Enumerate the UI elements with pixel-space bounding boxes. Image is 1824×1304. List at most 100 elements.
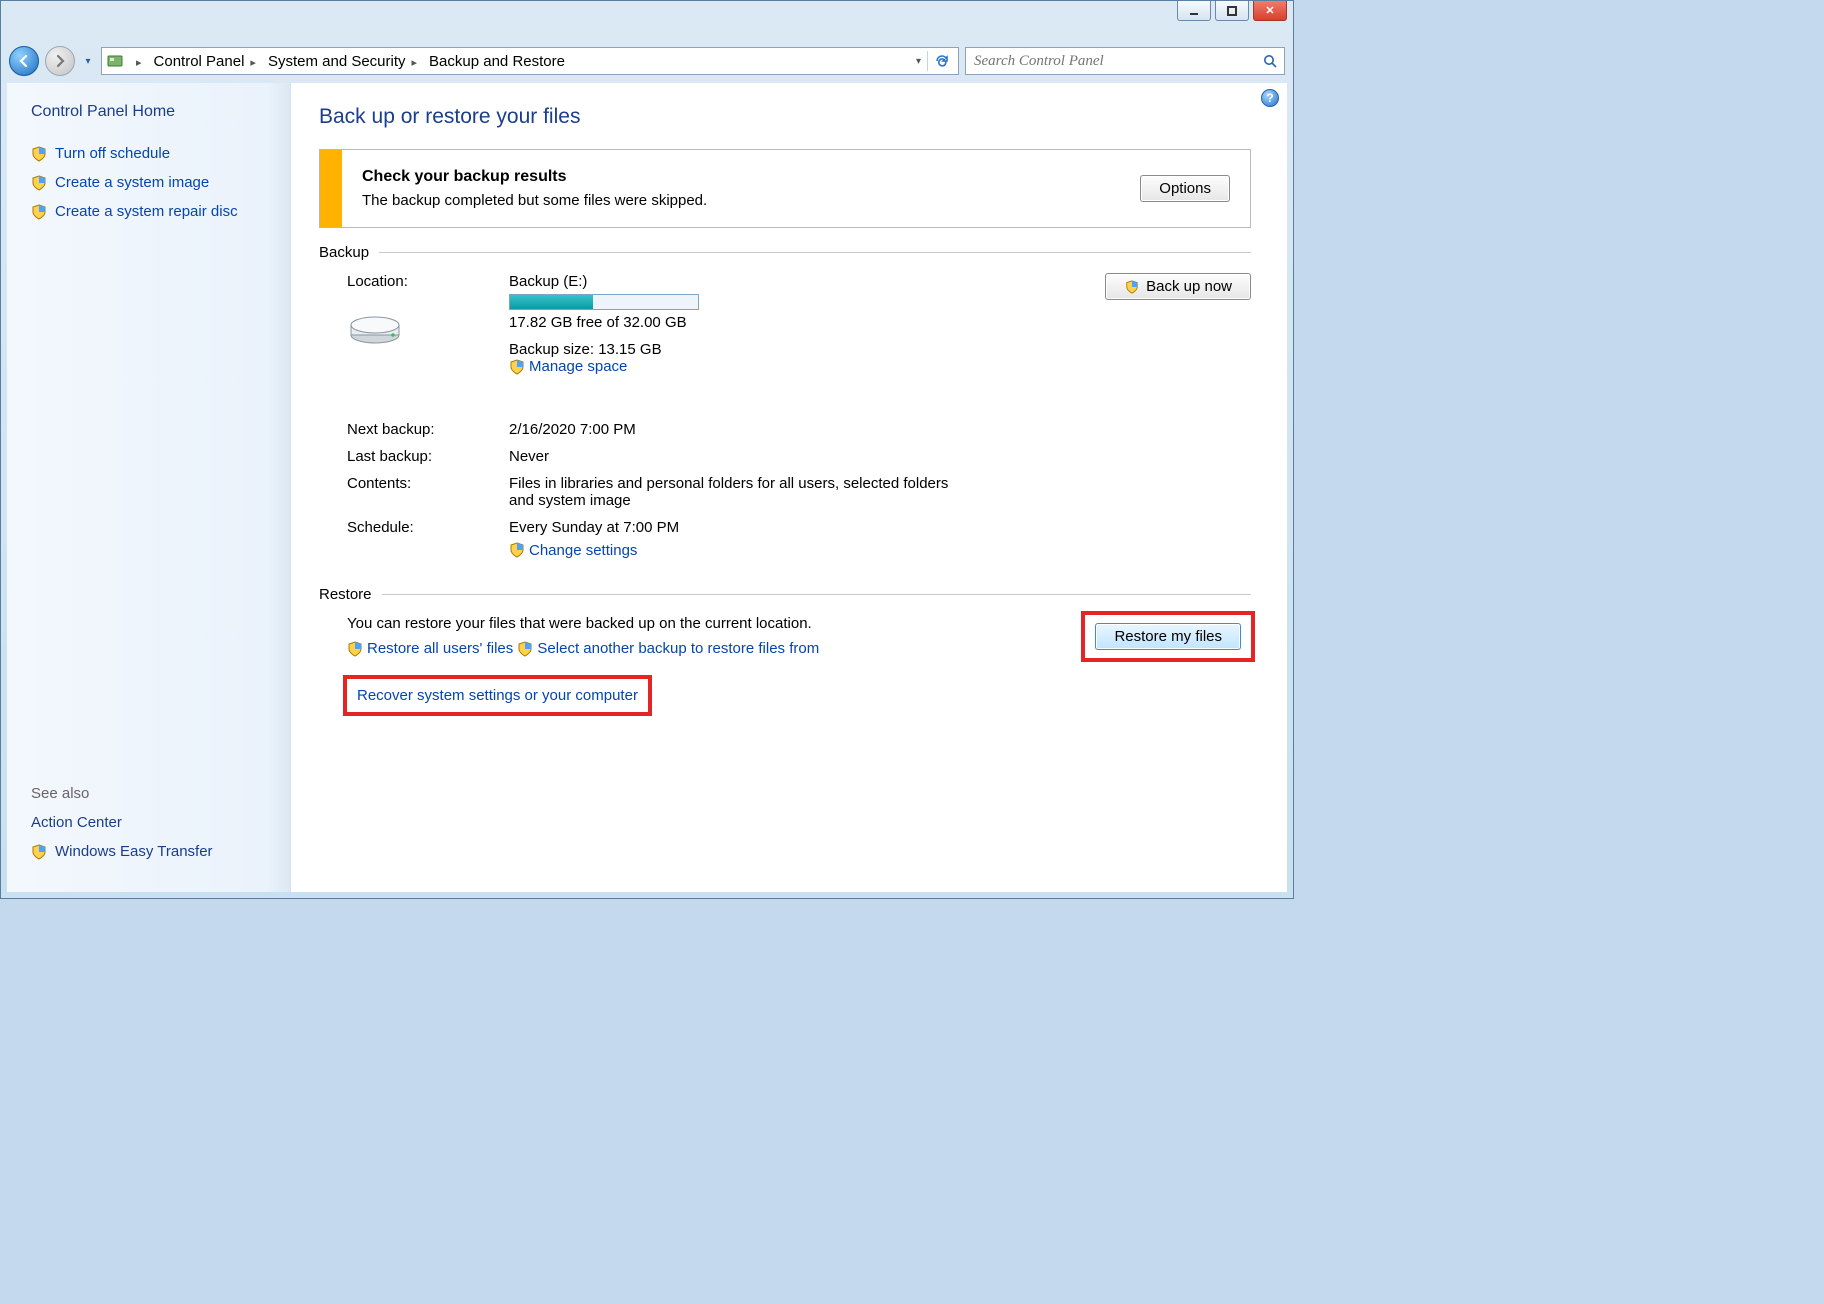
- highlight-restore-my-files: Restore my files: [1085, 615, 1251, 658]
- breadcrumb-label: Backup and Restore: [429, 53, 565, 70]
- restore-my-files-button[interactable]: Restore my files: [1095, 623, 1241, 650]
- next-backup-label: Next backup:: [347, 421, 497, 438]
- location-label: Location:: [347, 273, 497, 290]
- link-label: Create a system image: [55, 174, 209, 191]
- link-label: Create a system repair disc: [55, 203, 238, 220]
- sidebar: Control Panel Home Turn off schedule Cre…: [7, 83, 291, 892]
- schedule-value: Every Sunday at 7:00 PM Change settings: [509, 519, 1039, 563]
- shield-icon: [31, 175, 47, 191]
- last-backup-label: Last backup:: [347, 448, 497, 465]
- backup-results-banner: Check your backup results The backup com…: [319, 149, 1251, 228]
- turn-off-schedule-link[interactable]: Turn off schedule: [31, 145, 270, 162]
- see-also-label: See also: [31, 785, 270, 802]
- search-box[interactable]: [965, 47, 1285, 75]
- recover-system-link[interactable]: Recover system settings or your computer: [357, 687, 638, 704]
- link-label: Turn off schedule: [55, 145, 170, 162]
- manage-space-link[interactable]: Manage space: [509, 358, 627, 375]
- link-label: Change settings: [529, 542, 637, 559]
- link-label: Windows Easy Transfer: [55, 843, 213, 860]
- shield-icon: [509, 359, 525, 375]
- breadcrumb-control-panel[interactable]: Control Panel: [150, 51, 260, 72]
- link-label: Manage space: [529, 358, 627, 375]
- search-icon[interactable]: [1262, 53, 1278, 69]
- shield-icon: [509, 542, 525, 558]
- contents-value: Files in libraries and personal folders …: [509, 475, 949, 509]
- banner-title: Check your backup results: [362, 168, 1140, 186]
- page-title: Back up or restore your files: [319, 105, 1251, 129]
- back-button[interactable]: [9, 46, 39, 76]
- back-up-now-button[interactable]: Back up now: [1105, 273, 1251, 300]
- disk-usage-bar: [509, 294, 699, 310]
- maximize-icon: [1226, 5, 1238, 17]
- backup-drive-name: Backup (E:): [509, 273, 1039, 290]
- hard-drive-icon: [347, 299, 403, 355]
- restore-section-header: Restore: [319, 586, 1251, 603]
- address-history-dropdown[interactable]: ▾: [916, 56, 921, 67]
- disk-free-text: 17.82 GB free of 32.00 GB: [509, 314, 1039, 331]
- banner-body: The backup completed but some files were…: [362, 192, 1140, 209]
- schedule-text: Every Sunday at 7:00 PM: [509, 519, 1039, 536]
- help-icon[interactable]: ?: [1261, 89, 1279, 107]
- control-panel-icon: [106, 52, 124, 70]
- link-label: Action Center: [31, 814, 122, 831]
- section-divider: [382, 594, 1251, 595]
- shield-icon: [517, 641, 533, 657]
- restore-desc: You can restore your files that were bac…: [347, 615, 1061, 632]
- main-panel: ? Back up or restore your files Check yo…: [291, 83, 1287, 892]
- backup-details: Location: Backup (E:) 17.82 GB free of 3…: [347, 273, 1251, 562]
- control-panel-home-link[interactable]: Control Panel Home: [31, 103, 270, 121]
- breadcrumb-label: System and Security: [268, 53, 406, 70]
- separator: [927, 51, 928, 71]
- breadcrumb-root[interactable]: [128, 51, 146, 72]
- schedule-label: Schedule:: [347, 519, 497, 536]
- select-another-backup-link[interactable]: Select another backup to restore files f…: [517, 640, 819, 657]
- breadcrumb-system-security[interactable]: System and Security: [264, 51, 421, 72]
- forward-arrow-icon: [53, 54, 67, 68]
- create-system-image-link[interactable]: Create a system image: [31, 174, 270, 191]
- sidebar-bottom: See also Action Center Windows Easy Tran…: [31, 785, 270, 872]
- highlight-recover-system: Recover system settings or your computer: [347, 679, 648, 712]
- address-bar-tools: ▾: [916, 51, 954, 71]
- next-backup-value: 2/16/2020 7:00 PM: [509, 421, 1039, 438]
- breadcrumb-backup-restore[interactable]: Backup and Restore: [425, 51, 569, 72]
- contents-label: Contents:: [347, 475, 497, 492]
- chevron-right-icon: [408, 53, 418, 70]
- action-center-link[interactable]: Action Center: [31, 814, 270, 831]
- link-label: Select another backup to restore files f…: [537, 640, 819, 657]
- refresh-icon[interactable]: [934, 53, 950, 69]
- options-button[interactable]: Options: [1140, 175, 1230, 202]
- breadcrumb-label: Control Panel: [154, 53, 245, 70]
- link-label: Restore all users' files: [367, 640, 513, 657]
- maximize-button[interactable]: [1215, 1, 1249, 21]
- chevron-right-icon: [246, 53, 256, 70]
- location-value: Backup (E:) 17.82 GB free of 32.00 GB Ba…: [509, 273, 1039, 379]
- change-settings-link[interactable]: Change settings: [509, 542, 637, 559]
- nav-history-dropdown[interactable]: ▾: [81, 54, 95, 68]
- forward-button[interactable]: [45, 46, 75, 76]
- minimize-button[interactable]: [1177, 1, 1211, 21]
- backup-restore-window: ▾ Control Panel System and Security Back…: [0, 0, 1294, 899]
- create-repair-disc-link[interactable]: Create a system repair disc: [31, 203, 270, 220]
- button-label: Back up now: [1146, 278, 1232, 295]
- chevron-right-icon: [132, 53, 142, 70]
- shield-icon: [31, 204, 47, 220]
- nav-bar: ▾ Control Panel System and Security Back…: [9, 43, 1285, 79]
- back-arrow-icon: [17, 54, 31, 68]
- section-title: Backup: [319, 244, 369, 261]
- disk-usage-fill: [510, 295, 593, 309]
- address-bar[interactable]: Control Panel System and Security Backup…: [101, 47, 959, 75]
- backup-section-header: Backup: [319, 244, 1251, 261]
- shield-icon: [31, 146, 47, 162]
- shield-icon: [347, 641, 363, 657]
- section-divider: [379, 252, 1251, 253]
- close-button[interactable]: [1253, 1, 1287, 21]
- search-input[interactable]: [972, 52, 1262, 71]
- easy-transfer-link[interactable]: Windows Easy Transfer: [31, 843, 270, 860]
- backup-size-text: Backup size: 13.15 GB: [509, 341, 1039, 358]
- minimize-icon: [1188, 5, 1200, 17]
- section-title: Restore: [319, 586, 372, 603]
- shield-icon: [1124, 280, 1140, 294]
- client-area: Control Panel Home Turn off schedule Cre…: [7, 83, 1287, 892]
- restore-row: You can restore your files that were bac…: [347, 615, 1251, 661]
- restore-all-users-link[interactable]: Restore all users' files: [347, 640, 513, 657]
